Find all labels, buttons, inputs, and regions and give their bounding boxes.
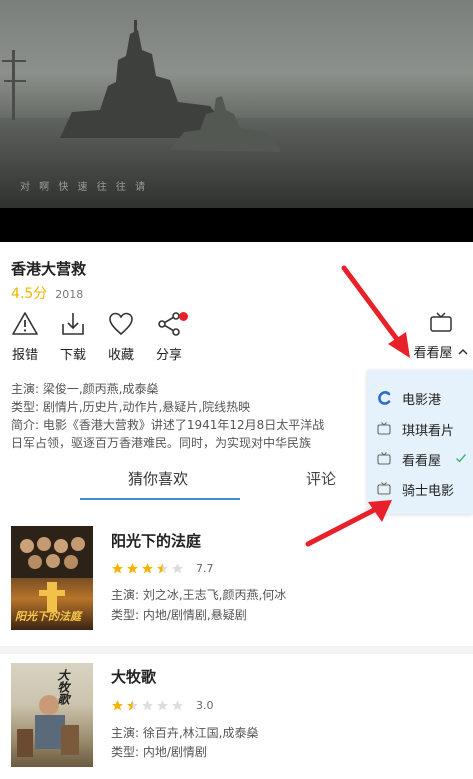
poster-image: 大牧歌 bbox=[11, 663, 93, 767]
star-half-icon bbox=[127, 700, 138, 711]
video-subtitle: 对 啊 快 速 往 往 请 bbox=[20, 182, 149, 193]
warning-icon bbox=[12, 312, 38, 335]
item-title: 阳光下的法庭 bbox=[111, 532, 202, 550]
download-label: 下载 bbox=[59, 348, 86, 363]
tv-icon bbox=[376, 421, 392, 437]
item-genre: 类型: 内地/剧情剧,悬疑剧 bbox=[111, 608, 247, 622]
list-divider bbox=[0, 646, 473, 654]
video-player[interactable]: 对 啊 快 速 往 往 请 bbox=[0, 0, 473, 242]
item-cast: 主演: 徐百卉,林江国,成泰燊 bbox=[111, 726, 259, 740]
star-full-icon bbox=[127, 563, 138, 574]
star-rating: 7.7 bbox=[111, 562, 214, 575]
tv-icon bbox=[376, 451, 392, 467]
list-item[interactable]: 大牧歌 大牧歌 3.0 主演: 徐百卉,林江国,成泰燊 类型: 内地/剧情剧 bbox=[0, 654, 473, 774]
source-option-label: 琪琪看片 bbox=[402, 423, 455, 439]
source-option-qiqi[interactable]: 琪琪看片 bbox=[367, 414, 473, 444]
poster-title: 大牧歌 bbox=[56, 669, 70, 705]
cast-line: 主演: 梁俊一,颜丙燕,成泰燊 bbox=[11, 382, 159, 396]
rating-value: 3.0 bbox=[196, 699, 214, 712]
source-selector-button[interactable]: 看看屋 bbox=[410, 310, 472, 361]
c-logo-icon bbox=[376, 390, 392, 406]
report-error-label: 报错 bbox=[11, 348, 38, 363]
download-icon bbox=[62, 313, 84, 335]
intro-line-2: 日军占领，驱逐百万香港难民。同时，为实现对中华民族 bbox=[11, 436, 312, 450]
favorite-button[interactable]: 收藏 bbox=[104, 310, 138, 363]
source-option-label: 骑士电影 bbox=[402, 483, 455, 499]
star-empty-icon bbox=[142, 700, 153, 711]
source-option-dianyinggang[interactable]: 电影港 bbox=[367, 383, 473, 413]
star-full-icon bbox=[112, 563, 123, 574]
star-empty-icon bbox=[157, 700, 168, 711]
check-icon bbox=[456, 454, 467, 463]
star-empty-icon bbox=[172, 700, 183, 711]
share-label: 分享 bbox=[155, 348, 182, 363]
notification-dot bbox=[179, 312, 188, 321]
source-selected-label: 看看屋 bbox=[413, 346, 453, 361]
list-item[interactable]: 阳光下的法庭 阳光下的法庭 7.7 主演: 刘之冰,王志飞,颜丙燕,何冰 类型:… bbox=[0, 516, 473, 636]
item-cast: 主演: 刘之冰,王志飞,颜丙燕,何冰 bbox=[111, 588, 287, 602]
heart-icon bbox=[109, 312, 133, 336]
battleship-silhouette-2 bbox=[170, 96, 280, 152]
download-button[interactable]: 下载 bbox=[56, 310, 90, 363]
source-option-kankanwu[interactable]: 看看屋 bbox=[367, 444, 473, 474]
rating-value: 7.7 bbox=[196, 562, 214, 575]
mast-silhouette bbox=[2, 50, 26, 120]
favorite-label: 收藏 bbox=[107, 348, 134, 363]
source-option-label: 看看屋 bbox=[402, 453, 442, 469]
item-genre: 类型: 内地/剧情剧 bbox=[111, 745, 207, 759]
source-dropdown: 电影港 琪琪看片 看看屋 骑士电影 bbox=[367, 370, 473, 514]
source-selected-row: 看看屋 bbox=[413, 342, 468, 361]
report-error-button[interactable]: 报错 bbox=[8, 310, 42, 363]
active-tab-indicator bbox=[80, 498, 240, 500]
star-half-icon bbox=[157, 563, 168, 574]
movie-score: 4.5分 bbox=[11, 286, 48, 302]
tab-comments[interactable]: 评论 bbox=[306, 468, 336, 489]
chevron-up-icon bbox=[457, 348, 468, 355]
poster-title: 阳光下的法庭 bbox=[15, 610, 81, 623]
movie-title: 香港大营救 bbox=[11, 260, 87, 278]
intro-line-1: 简介: 电影《香港大营救》讲述了1941年12月8日太平洋战 bbox=[11, 418, 325, 432]
annotation-arrow-bottom bbox=[305, 500, 392, 547]
star-full-icon bbox=[142, 563, 153, 574]
action-bar: 报错 下载 收藏 分享 bbox=[8, 310, 188, 363]
movie-year: 2018 bbox=[55, 288, 84, 301]
tv-icon bbox=[430, 312, 452, 332]
annotation-arrow-top bbox=[341, 265, 410, 358]
item-title: 大牧歌 bbox=[111, 668, 157, 686]
poster-image: 阳光下的法庭 bbox=[11, 526, 93, 630]
star-full-icon bbox=[112, 700, 123, 711]
movie-details: 主演: 梁俊一,颜丙燕,成泰燊 类型: 剧情片,历史片,动作片,悬疑片,院线热映… bbox=[11, 380, 371, 452]
source-option-label: 电影港 bbox=[402, 392, 442, 408]
star-rating: 3.0 bbox=[111, 699, 214, 712]
share-button[interactable]: 分享 bbox=[152, 310, 188, 363]
star-empty-icon bbox=[172, 563, 183, 574]
genre-line: 类型: 剧情片,历史片,动作片,悬疑片,院线热映 bbox=[11, 400, 251, 414]
score-row: 4.5分 2018 bbox=[11, 283, 83, 303]
poster-art bbox=[17, 695, 79, 757]
tab-recommend[interactable]: 猜你喜欢 bbox=[128, 468, 188, 489]
